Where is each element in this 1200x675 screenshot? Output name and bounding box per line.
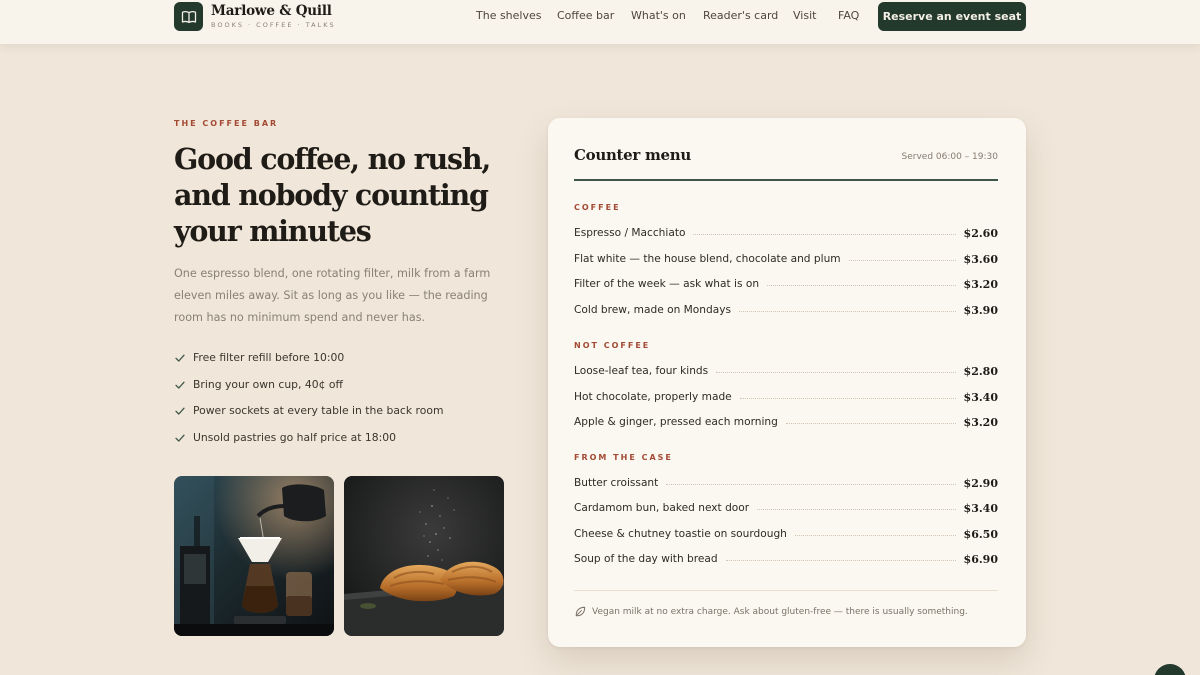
menu-item: Apple & ginger, pressed each morning $3.… [574, 414, 998, 430]
dotted-leader [739, 397, 956, 399]
menu-item: Hot chocolate, properly made $3.40 [574, 389, 998, 405]
book-icon [174, 2, 203, 31]
perk-text: Unsold pastries go half price at 18:00 [193, 430, 397, 444]
menu-item-name: Flat white — the house blend, chocolate … [574, 253, 841, 265]
dotted-leader [794, 534, 956, 536]
leaf-icon [575, 606, 586, 617]
dotted-leader [767, 284, 956, 286]
section-eyebrow: THE COFFEE BAR [174, 119, 279, 128]
dotted-leader [725, 559, 956, 561]
menu-item-price: $6.50 [963, 527, 998, 541]
floating-action-button[interactable] [1154, 664, 1186, 675]
dotted-leader [739, 310, 956, 312]
menu-footnote: Vegan milk at no extra charge. Ask about… [574, 605, 968, 618]
counter-menu-card: Counter menu Served 06:00 – 19:30 COFFEE… [548, 118, 1026, 647]
menu-item: Flat white — the house blend, chocolate … [574, 251, 998, 267]
nav-visit[interactable]: Visit [793, 9, 816, 22]
check-icon [175, 407, 185, 415]
menu-item-name: Filter of the week — ask what is on [574, 278, 760, 290]
check-icon [175, 354, 185, 362]
menu-item-price: $3.40 [963, 501, 998, 515]
reserve-event-seat-button[interactable]: Reserve an event seat [878, 2, 1026, 31]
page-title: Good coffee, no rush, and nobody countin… [174, 142, 491, 248]
menu-hours: Served 06:00 – 19:30 [901, 152, 998, 162]
perk-text: Power sockets at every table in the back… [193, 404, 444, 417]
menu-item-price: $2.60 [963, 226, 998, 240]
menu-item: Espresso / Macchiato $2.60 [574, 225, 998, 241]
menu-divider [574, 179, 998, 181]
croissants-photo [344, 476, 504, 636]
menu-item-name: Cardamom bun, baked next door [574, 502, 750, 514]
menu-item: Filter of the week — ask what is on $3.2… [574, 276, 998, 292]
nav-the-shelves[interactable]: The shelves [476, 9, 542, 22]
nav-faq[interactable]: FAQ [838, 9, 859, 22]
nav-readers-card[interactable]: Reader's card [703, 9, 778, 22]
menu-section-title: COFFEE [574, 203, 621, 212]
menu-section-title: NOT COFFEE [574, 341, 651, 350]
perk-item: Free filter refill before 10:00 [174, 350, 443, 377]
dotted-leader [785, 422, 956, 424]
menu-item-price: $3.60 [963, 252, 998, 266]
menu-item-price: $6.90 [963, 552, 998, 566]
brand-logo[interactable]: Marlowe & Quill BOOKS · COFFEE · TALKS [174, 2, 336, 31]
dotted-leader [666, 483, 956, 485]
menu-item: Soup of the day with bread $6.90 [574, 551, 998, 567]
perk-item: Bring your own cup, 40¢ off [174, 377, 443, 404]
dotted-leader [848, 259, 956, 261]
menu-item-price: $3.90 [963, 303, 998, 317]
dotted-leader [757, 508, 956, 510]
menu-item-name: Cheese & chutney toastie on sourdough [574, 528, 787, 540]
brand-name: Marlowe & Quill [211, 3, 332, 19]
menu-item-name: Espresso / Macchiato [574, 227, 686, 239]
menu-item-price: $3.20 [963, 277, 998, 291]
menu-item: Cold brew, made on Mondays $3.90 [574, 302, 998, 318]
check-icon [175, 434, 185, 442]
perk-text: Bring your own cup, 40¢ off [193, 377, 343, 391]
check-icon [175, 381, 185, 389]
menu-footer-divider [574, 590, 998, 591]
menu-title: Counter menu [574, 146, 691, 164]
perks-list: Free filter refill before 10:00 Bring yo… [174, 350, 443, 456]
perk-item: Unsold pastries go half price at 18:00 [174, 430, 443, 457]
pour-over-coffee-photo [174, 476, 334, 636]
menu-section-title: FROM THE CASE [574, 453, 673, 462]
nav-coffee-bar[interactable]: Coffee bar [557, 9, 614, 22]
menu-item: Cheese & chutney toastie on sourdough $6… [574, 526, 998, 542]
menu-item-price: $3.40 [963, 390, 998, 404]
perk-text: Free filter refill before 10:00 [193, 351, 345, 364]
dotted-leader [693, 233, 956, 235]
menu-item-price: $3.20 [963, 415, 998, 429]
menu-item-price: $2.90 [963, 476, 998, 490]
hero-description: One espresso blend, one rotating filter,… [174, 267, 491, 324]
menu-item-name: Butter croissant [574, 477, 659, 489]
site-header: Marlowe & Quill BOOKS · COFFEE · TALKS T… [0, 0, 1200, 44]
menu-item-name: Apple & ginger, pressed each morning [574, 416, 778, 428]
perk-item: Power sockets at every table in the back… [174, 403, 443, 430]
brand-tagline: BOOKS · COFFEE · TALKS [211, 21, 336, 29]
menu-item-name: Hot chocolate, properly made [574, 391, 732, 403]
menu-item-name: Soup of the day with bread [574, 553, 718, 565]
menu-item-name: Loose-leaf tea, four kinds [574, 365, 709, 377]
menu-item: Butter croissant $2.90 [574, 475, 998, 491]
menu-item: Cardamom bun, baked next door $3.40 [574, 500, 998, 516]
menu-item-name: Cold brew, made on Mondays [574, 304, 732, 316]
menu-item-price: $2.80 [963, 364, 998, 378]
nav-whats-on[interactable]: What's on [631, 9, 686, 22]
menu-footnote-text: Vegan milk at no extra charge. Ask about… [592, 606, 968, 617]
menu-item: Loose-leaf tea, four kinds $2.80 [574, 363, 998, 379]
dotted-leader [716, 371, 956, 373]
